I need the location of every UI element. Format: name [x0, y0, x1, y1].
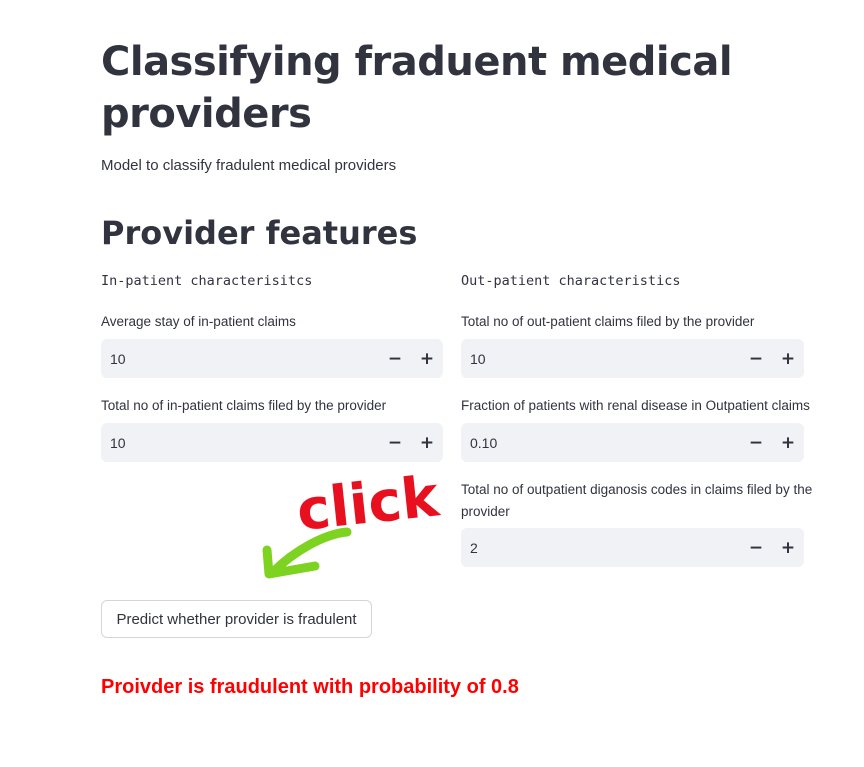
renal-fraction-label: Fraction of patients with renal disease …	[461, 398, 810, 413]
avg-stay-increment-button[interactable]: +	[411, 339, 443, 378]
outpatient-claims-decrement-button[interactable]: −	[740, 339, 772, 378]
outpatient-claims-label: Total no of out-patient claims filed by …	[461, 314, 755, 329]
outpatient-heading: Out-patient characteristics	[461, 273, 681, 289]
predict-button[interactable]: Predict whether provider is fradulent	[101, 600, 372, 638]
inpatient-claims-decrement-button[interactable]: −	[379, 423, 411, 462]
diag-codes-increment-button[interactable]: +	[772, 528, 804, 567]
page-subtitle: Model to classify fradulent medical prov…	[101, 157, 397, 174]
avg-stay-input[interactable]	[101, 339, 379, 378]
avg-stay-input-group: − +	[101, 339, 443, 378]
renal-fraction-increment-button[interactable]: +	[772, 423, 804, 462]
avg-stay-label: Average stay of in-patient claims	[101, 314, 296, 329]
inpatient-claims-input[interactable]	[101, 423, 379, 462]
avg-stay-decrement-button[interactable]: −	[379, 339, 411, 378]
outpatient-claims-increment-button[interactable]: +	[772, 339, 804, 378]
outpatient-claims-input[interactable]	[461, 339, 740, 378]
inpatient-claims-input-group: − +	[101, 423, 443, 462]
inpatient-heading: In-patient characterisitcs	[101, 273, 313, 289]
diag-codes-input[interactable]	[461, 528, 740, 567]
section-heading: Provider features	[101, 214, 418, 252]
app-page: Classifying fraduent medical providers M…	[0, 0, 864, 767]
prediction-result: Proivder is fraudulent with probability …	[101, 676, 519, 698]
renal-fraction-decrement-button[interactable]: −	[740, 423, 772, 462]
diag-codes-decrement-button[interactable]: −	[740, 528, 772, 567]
outpatient-claims-input-group: − +	[461, 339, 804, 378]
renal-fraction-input[interactable]	[461, 423, 740, 462]
page-title: Classifying fraduent medical providers	[101, 39, 733, 137]
diag-codes-label: Total no of outpatient diganosis codes i…	[461, 482, 813, 519]
diag-codes-input-group: − +	[461, 528, 804, 567]
renal-fraction-input-group: − +	[461, 423, 804, 462]
click-annotation: click	[262, 464, 444, 579]
inpatient-claims-label: Total no of in-patient claims filed by t…	[101, 398, 387, 413]
click-annotation-text: click	[294, 464, 444, 544]
inpatient-claims-increment-button[interactable]: +	[411, 423, 443, 462]
